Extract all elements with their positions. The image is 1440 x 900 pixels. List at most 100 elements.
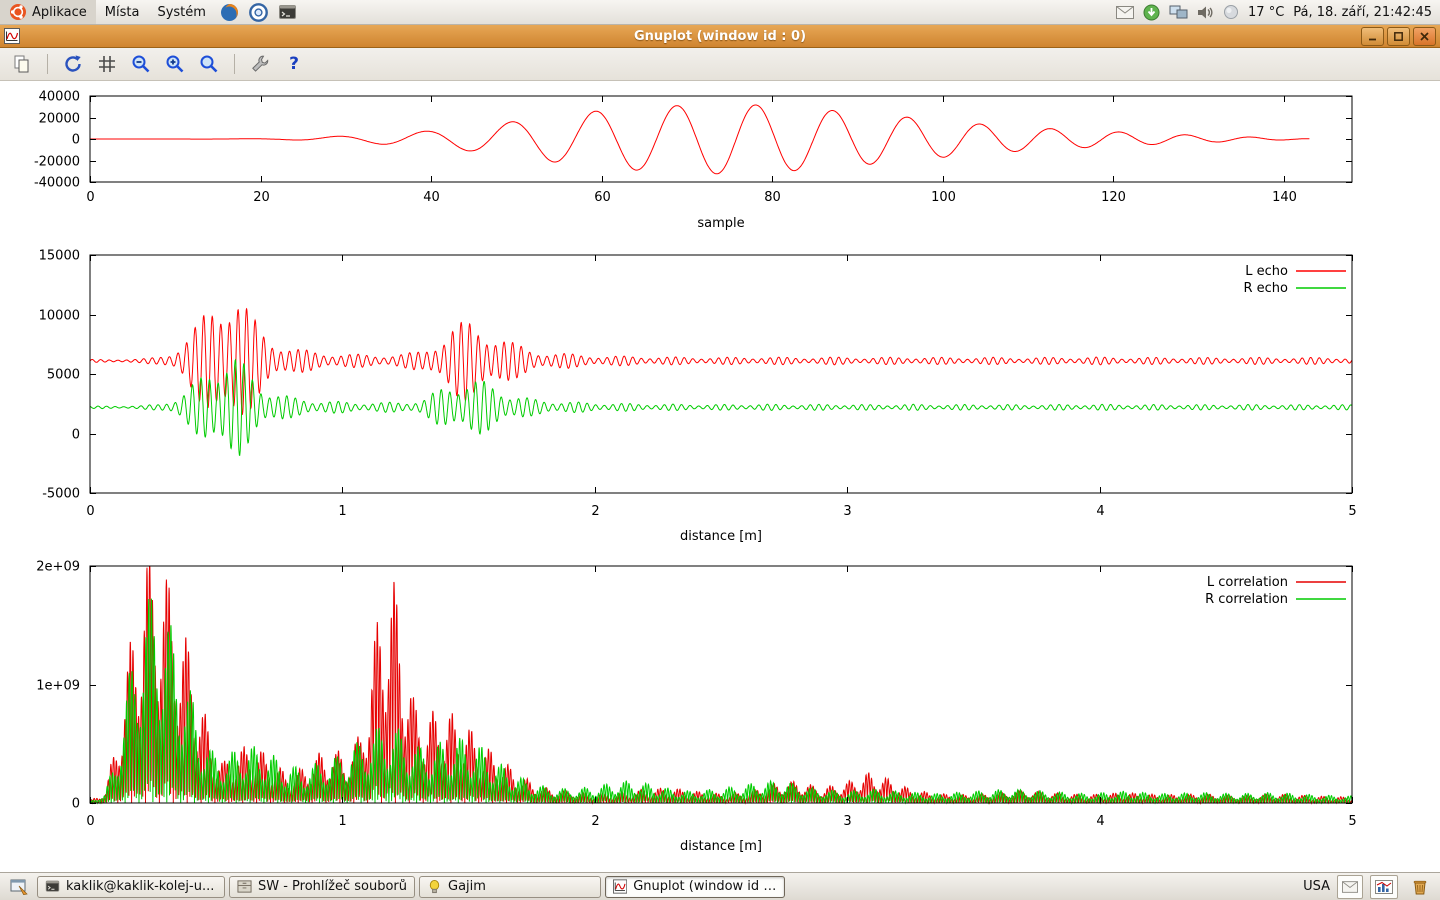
taskbar-item-terminal[interactable]: kaklik@kaklik-kolej-u...: [37, 876, 225, 898]
show-desktop-icon: [10, 878, 28, 896]
x-tick-label: 120: [1101, 190, 1126, 205]
series-line-r-correlation: [90, 599, 1352, 803]
places-menu-label: Místa: [105, 5, 140, 20]
applications-menu-label: Aplikace: [32, 5, 87, 20]
gnuplot-window-icon: [4, 28, 20, 44]
gnuplot-toolbar: ?: [0, 48, 1440, 81]
taskbar-item-label: kaklik@kaklik-kolej-u...: [66, 879, 214, 894]
volume-icon[interactable]: [1197, 5, 1214, 20]
x-tick-label: 80: [764, 190, 781, 205]
x-tick-label: 60: [594, 190, 611, 205]
plot-border: [90, 255, 1352, 493]
x-tick-label: 2: [591, 814, 599, 829]
zoom-previous-button[interactable]: [127, 51, 155, 77]
taskbar-item-gnuplot[interactable]: Gnuplot (window id : 0): [605, 876, 785, 898]
y-tick-label: -5000: [42, 487, 80, 502]
series-line-chirp-signal: [90, 105, 1309, 174]
file-manager-icon: [237, 879, 252, 894]
show-desktop-button[interactable]: [9, 877, 29, 897]
gajim-icon: [427, 879, 442, 894]
legend-label: L echo: [1245, 264, 1288, 279]
window-titlebar[interactable]: Gnuplot (window id : 0): [0, 25, 1440, 48]
y-tick-label: 20000: [39, 112, 80, 127]
configure-button[interactable]: [246, 51, 274, 77]
autoscale-button[interactable]: [195, 51, 223, 77]
legend-label: R echo: [1243, 281, 1288, 296]
x-tick-label: 3: [843, 814, 851, 829]
y-tick-label: 2e+09: [36, 560, 80, 575]
firefox-launcher[interactable]: [219, 2, 240, 23]
copy-to-clipboard-button[interactable]: [8, 51, 36, 77]
chart-svg[interactable]: 012345-5000050001000015000distance [m]L …: [0, 245, 1440, 555]
x-tick-label: 3: [843, 504, 851, 519]
zoom-next-icon: [164, 53, 186, 75]
chart-svg[interactable]: 020406080100120140-40000-200000200004000…: [0, 81, 1440, 241]
taskbar-item-label: Gajim: [448, 879, 486, 894]
replot-icon: [62, 53, 84, 75]
legend-label: R correlation: [1205, 592, 1288, 607]
y-tick-label: 40000: [39, 90, 80, 105]
copy-icon: [11, 53, 33, 75]
places-menu[interactable]: Místa: [96, 0, 149, 24]
system-menu[interactable]: Systém: [148, 0, 214, 24]
x-tick-label: 4: [1096, 504, 1104, 519]
trash-applet[interactable]: [1409, 876, 1431, 898]
plot-echo[interactable]: 012345-5000050001000015000distance [m]L …: [0, 245, 1440, 559]
help-launcher[interactable]: [248, 2, 269, 23]
mail-icon[interactable]: [1116, 6, 1134, 19]
x-tick-label: 5: [1348, 814, 1356, 829]
taskbar-item-file-browser[interactable]: SW - Prohlížeč souborů: [229, 876, 415, 898]
series-line-l-correlation: [90, 566, 1352, 803]
x-tick-label: 140: [1272, 190, 1297, 205]
bottom-taskbar: kaklik@kaklik-kolej-u... SW - Prohlížeč …: [0, 872, 1440, 900]
y-tick-label: 10000: [39, 309, 80, 324]
series-line-r-echo: [90, 360, 1352, 455]
network-icon[interactable]: [1169, 5, 1188, 20]
zoom-next-button[interactable]: [161, 51, 189, 77]
plot-correlation[interactable]: 01234501e+092e+09distance [m]L correlati…: [0, 559, 1440, 883]
y-tick-label: 15000: [39, 249, 80, 264]
system-monitor-applet[interactable]: [1370, 875, 1398, 899]
legend-label: L correlation: [1207, 575, 1288, 590]
x-tick-label: 2: [591, 504, 599, 519]
chart-icon: [1375, 880, 1393, 894]
minimize-button[interactable]: [1361, 27, 1384, 46]
lifering-icon: [249, 3, 268, 22]
minimize-icon: [1367, 31, 1378, 42]
terminal-launcher[interactable]: [277, 2, 298, 23]
chart-svg[interactable]: 01234501e+092e+09distance [m]L correlati…: [0, 559, 1440, 879]
system-menu-label: Systém: [157, 5, 205, 20]
x-tick-label: 5: [1348, 504, 1356, 519]
y-tick-label: 0: [72, 428, 80, 443]
toggle-grid-button[interactable]: [93, 51, 121, 77]
firefox-icon: [220, 3, 239, 22]
x-tick-label: 100: [931, 190, 956, 205]
taskbar-item-gajim[interactable]: Gajim: [419, 876, 601, 898]
close-icon: [1419, 31, 1430, 42]
close-button[interactable]: [1413, 27, 1436, 46]
replot-button[interactable]: [59, 51, 87, 77]
panel-tray: 17 °C Pá, 18. září, 21:42:45: [1116, 0, 1440, 24]
mail-icon: [1342, 881, 1358, 893]
x-tick-label: 20: [253, 190, 270, 205]
maximize-button[interactable]: [1387, 27, 1410, 46]
y-tick-label: -40000: [34, 176, 80, 191]
taskbar-item-label: SW - Prohlížeč souborů: [258, 879, 407, 894]
help-button[interactable]: ?: [280, 51, 308, 77]
wrench-icon: [249, 53, 271, 75]
x-tick-label: 40: [423, 190, 440, 205]
x-axis-label: distance [m]: [680, 839, 762, 854]
applications-menu[interactable]: Aplikace: [0, 0, 96, 24]
plot-sample-waveform[interactable]: 020406080100120140-40000-200000200004000…: [0, 81, 1440, 245]
updates-icon[interactable]: [1143, 4, 1160, 21]
panel-menus: Aplikace Místa Systém: [0, 0, 302, 24]
keyboard-layout-indicator[interactable]: USA: [1303, 879, 1330, 894]
top-panel: Aplikace Místa Systém: [0, 0, 1440, 25]
gnuplot-canvas[interactable]: 020406080100120140-40000-200000200004000…: [0, 81, 1440, 871]
weather-icon[interactable]: [1223, 4, 1239, 20]
zoom-previous-icon: [130, 53, 152, 75]
clock[interactable]: Pá, 18. září, 21:42:45: [1293, 5, 1432, 20]
mail-notification-applet[interactable]: [1337, 875, 1363, 899]
temperature-label[interactable]: 17 °C: [1248, 5, 1284, 20]
desktop: Aplikace Místa Systém: [0, 0, 1440, 900]
